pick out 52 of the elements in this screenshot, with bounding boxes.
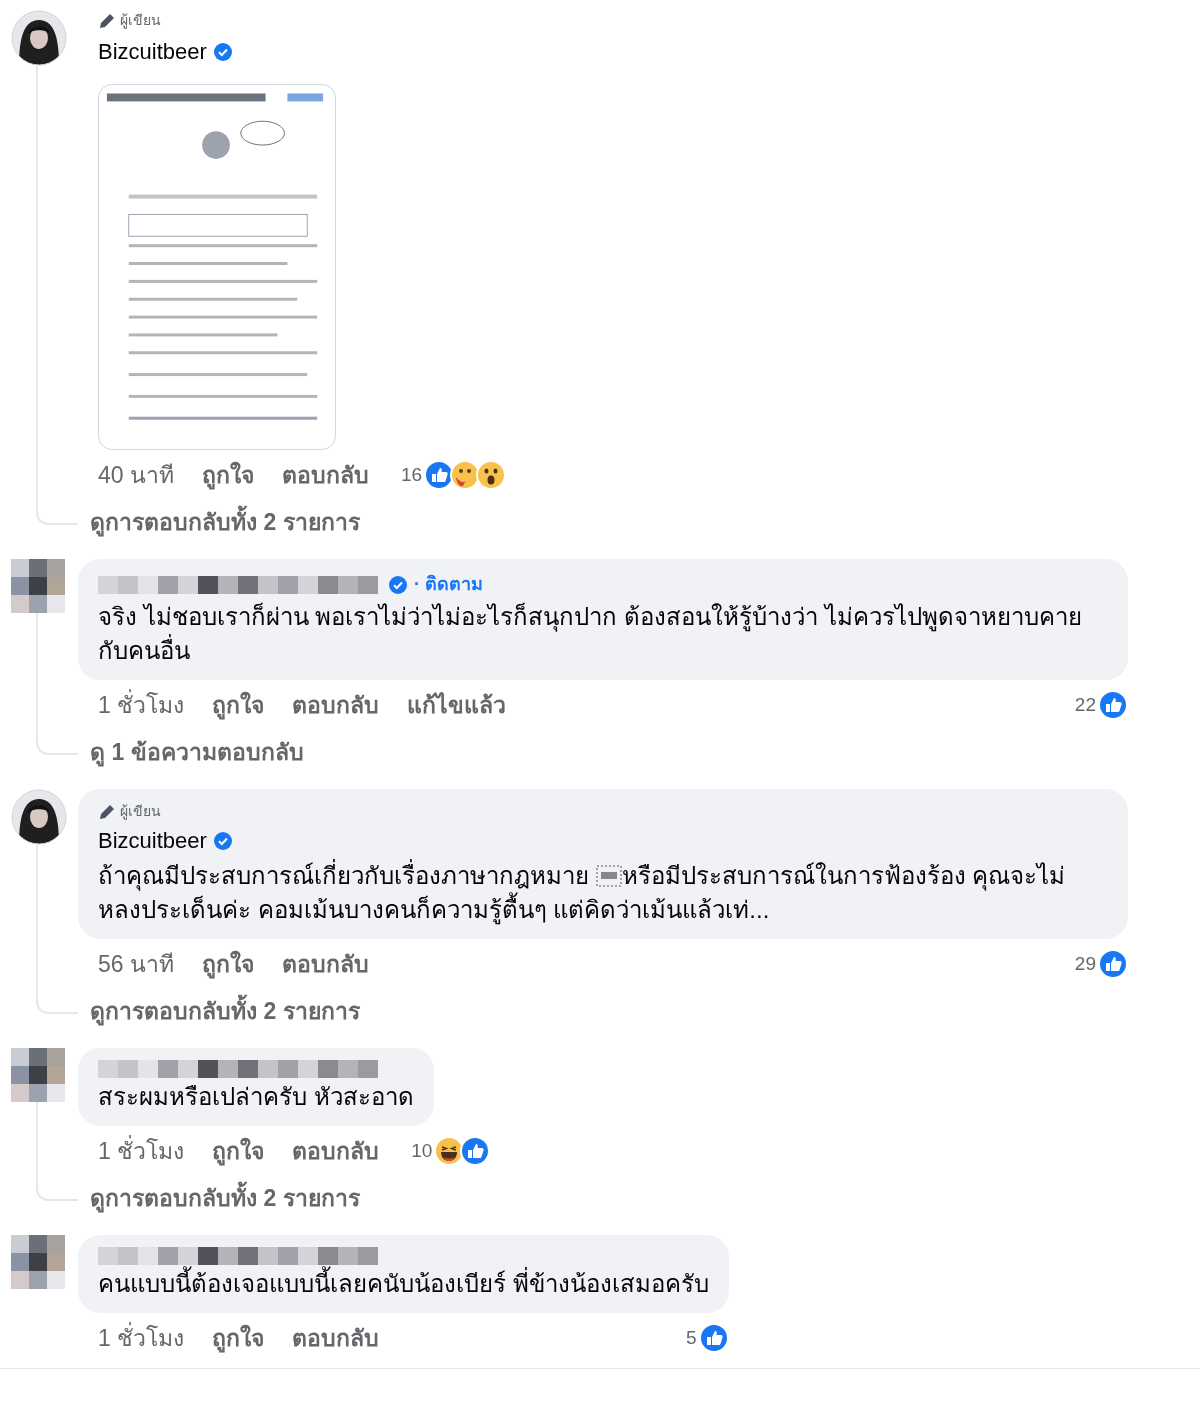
comment-time[interactable]: 56 นาที [98,947,174,982]
avatar[interactable] [11,1235,65,1289]
thread-connector [36,739,78,755]
reply-link[interactable]: ตอบกลับ [282,947,369,982]
reply-link[interactable]: ตอบกลับ [292,1321,380,1356]
avatar[interactable] [11,559,65,613]
verified-icon [212,830,233,851]
commenter-name[interactable]: Bizcuitbeer [98,35,207,68]
comment-time[interactable]: 1 ชั่วโมง [98,688,185,723]
like-icon [1098,949,1128,980]
object-placeholder-icon [595,865,622,887]
comment-text: ถ้าคุณมีประสบการณ์เกี่ยวกับเรื่องภาษากฎหมาย หรือมีประสบการณ์ในการฟ้องร้อง คุณจะไม่หลงประเด็นค่ะ คอมเม้นบางคนก็ความรู้ตื้นๆ แต่คิดว่าเม้นแล้วเท่... [98,859,1108,927]
like-link[interactable]: ถูกใจ [212,1134,265,1169]
reply-link[interactable]: ตอบกลับ [292,1134,380,1169]
verified-icon [212,41,233,62]
reaction-count: 22 [1074,693,1096,717]
commenter-name[interactable]: Bizcuitbeer [98,824,207,857]
comment-time[interactable]: 1 ชั่วโมง [98,1321,185,1356]
verified-icon [388,574,408,595]
pencil-icon [98,11,116,30]
thread-connector [36,1185,78,1201]
reply-link[interactable]: ตอบกลับ [292,688,380,723]
edited-label: แก้ไขแล้ว [407,691,507,720]
reaction-count: 5 [686,1326,697,1350]
comment-text: สระผมหรือเปล่าครับ หัวสะอาด [98,1082,414,1112]
reaction-count: 16 [401,463,423,487]
comment-time[interactable]: 40 นาที [98,458,174,493]
view-replies-link[interactable]: ดูการตอบกลับทั้ง 2 รายการ [78,1180,360,1215]
author-label: ผู้เขียน [120,802,161,822]
reaction-count: 29 [1074,952,1096,976]
avatar[interactable] [11,1048,65,1102]
pencil-icon [98,802,116,821]
reply-link[interactable]: ตอบกลับ [282,458,369,493]
reaction-count: 10 [411,1139,433,1163]
like-link[interactable]: ถูกใจ [202,947,254,982]
like-icon [460,1136,491,1167]
comment-text: คนแบบนี้ต้องเจอแบบนี้เลยคนับน้องเบียร์ พี่ข้างน้องเสมอครับ [98,1267,709,1301]
comment-text: จริง ไม่ชอบเราก็ผ่าน พอเราไม่ว่าไม่อะไรก็สนุกปาก ต้องสอนให้รู้บ้างว่า ไม่ควรไปพูดจาหยาบคายกับคนอื่น [98,601,1083,666]
like-link[interactable]: ถูกใจ [202,458,254,493]
view-replies-link[interactable]: ดูการตอบกลับทั้ง 2 รายการ [78,993,360,1028]
thread-connector [36,509,78,525]
author-label: ผู้เขียน [120,11,161,31]
thread-connector [36,998,78,1014]
like-link[interactable]: ถูกใจ [212,1321,265,1356]
like-link[interactable]: ถูกใจ [212,688,265,723]
like-icon [698,1323,729,1354]
view-replies-link[interactable]: ดู 1 ข้อความตอบกลับ [78,734,304,769]
comment-time[interactable]: 1 ชั่วโมง [98,1134,185,1169]
wow-emoji-icon [476,460,507,491]
follow-link[interactable]: · ติดตาม [414,571,483,598]
like-icon [1098,690,1128,721]
view-replies-link[interactable]: ดูการตอบกลับทั้ง 2 รายการ [78,504,360,539]
